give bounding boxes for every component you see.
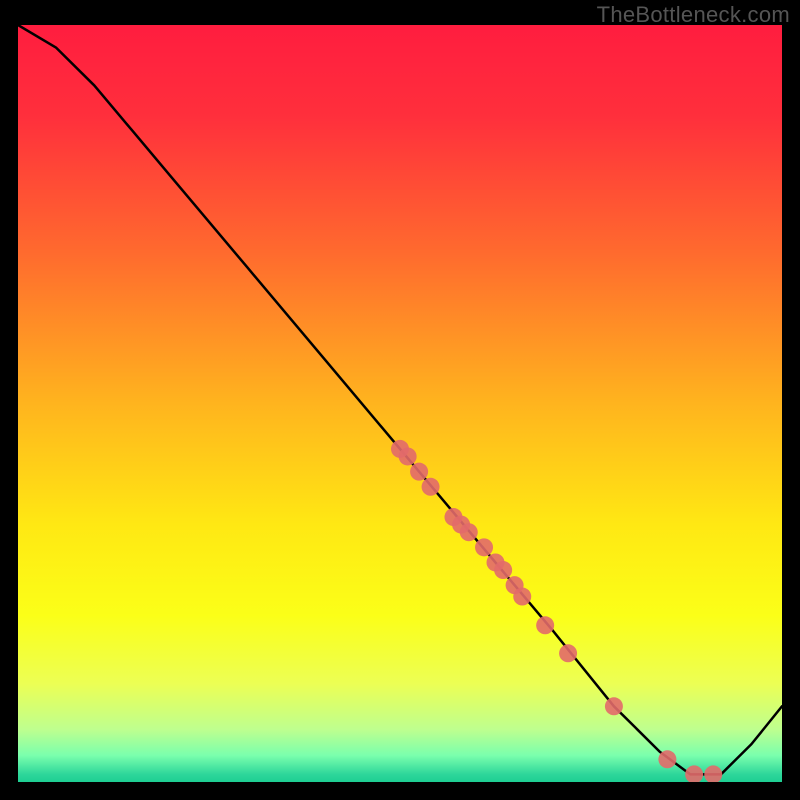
data-point bbox=[704, 765, 722, 783]
data-point bbox=[410, 463, 428, 481]
data-point bbox=[658, 750, 676, 768]
data-point bbox=[422, 478, 440, 496]
data-point bbox=[513, 588, 531, 606]
chart-frame: TheBottleneck.com bbox=[0, 0, 800, 800]
plot-background bbox=[18, 25, 782, 782]
data-point bbox=[494, 561, 512, 579]
data-point bbox=[460, 523, 478, 541]
data-point bbox=[399, 447, 417, 465]
attribution-watermark: TheBottleneck.com bbox=[597, 2, 790, 28]
data-point bbox=[559, 644, 577, 662]
data-point bbox=[536, 616, 554, 634]
bottleneck-chart bbox=[0, 0, 800, 800]
data-point bbox=[475, 538, 493, 556]
data-point bbox=[605, 697, 623, 715]
data-point bbox=[685, 765, 703, 783]
